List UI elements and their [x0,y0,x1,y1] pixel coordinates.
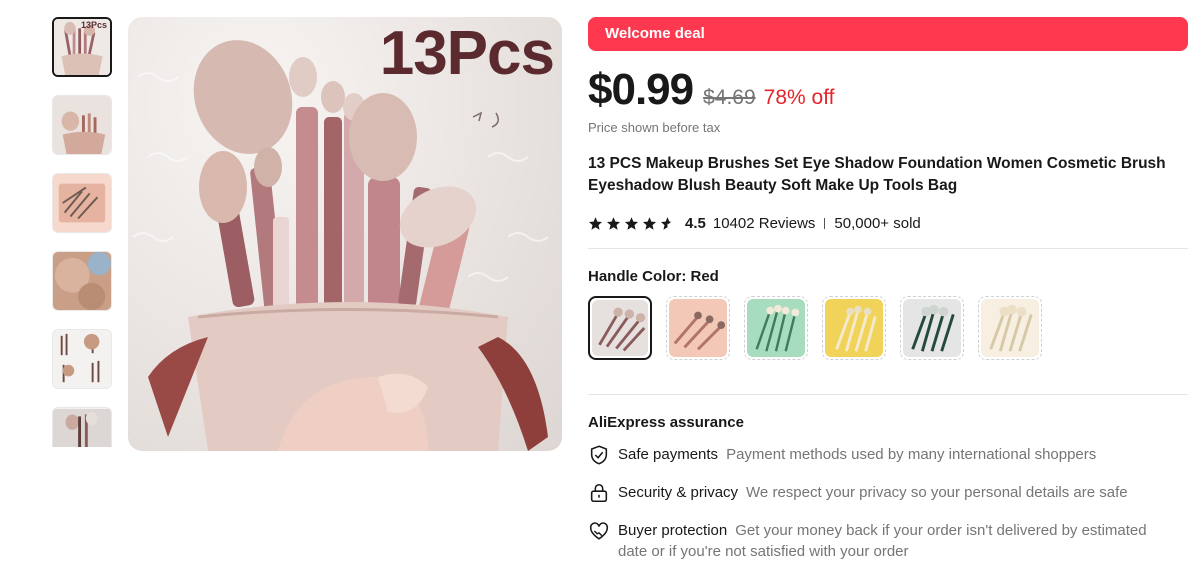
welcome-deal-banner: Welcome deal [588,17,1188,51]
star-rating [588,215,675,231]
divider [588,394,1188,395]
assurance-item: Security & privacy We respect your privac… [588,482,1188,504]
color-option-pink[interactable] [666,296,730,360]
tax-note: Price shown before tax [588,120,721,135]
main-product-image[interactable]: 13Pcs [128,17,562,451]
discount-label: 78% off [763,86,835,109]
thumbnail-list: 13Pcs [52,17,112,465]
divider [824,217,826,229]
rating-score: 4.5 [685,214,706,232]
original-price: $4.69 [703,86,756,109]
rating-row: 4.5 10402 Reviews 50,000+ sold [588,212,1188,234]
assurance-item: Safe payments Payment methods used by man… [588,444,1188,466]
lock-icon [590,483,608,503]
assurance-label: Buyer protection [618,522,728,539]
variant-label: Handle Color: Red [588,268,719,285]
star-icon [642,216,657,230]
assurance-item: Buyer protection Get your money back if y… [588,520,1188,562]
product-badge: 13Pcs [379,19,555,88]
star-icon [588,216,603,230]
thumbnail-image[interactable] [52,251,112,311]
thumbnail-badge: 13Pcs [80,20,107,30]
assurance-text: We respect your privacy so your personal… [746,484,1128,501]
color-option-yellow[interactable] [822,296,886,360]
star-icon [624,216,639,230]
product-title: 13 PCS Makeup Brushes Set Eye Shadow Fou… [588,155,1166,194]
assurance-title: AliExpress assurance [588,414,744,431]
sold-count: 50,000+ sold [834,214,921,232]
star-icon [606,216,621,230]
product-info-panel: Welcome deal $0.99 $4.69 78% off Price s… [588,17,1188,562]
color-option-dark-green[interactable] [900,296,964,360]
color-option-green[interactable] [744,296,808,360]
color-options [588,296,1188,360]
handshake-heart-icon [589,522,609,540]
thumbnail-image[interactable] [52,95,112,155]
half-star-icon [660,215,675,230]
review-count-link[interactable]: 10402 Reviews [713,215,816,232]
color-option-beige[interactable] [978,296,1042,360]
thumbnail-image[interactable] [52,407,112,447]
thumbnail-image[interactable] [52,173,112,233]
thumbnail-image[interactable]: 13Pcs [52,17,112,77]
thumbnail-image[interactable] [52,329,112,389]
product-page: 13Pcs 13Pcs Welcome deal $0.99 $4.69 78%… [0,0,1200,580]
current-price: $0.99 [588,65,694,114]
price-row: $0.99 $4.69 78% off [588,65,1188,114]
assurance-label: Security & privacy [618,484,739,501]
color-option-red[interactable] [588,296,652,360]
assurance-text: Payment methods used by many internation… [726,446,1097,463]
divider [588,248,1188,249]
assurance-label: Safe payments [618,446,719,463]
shield-check-icon [590,445,608,465]
